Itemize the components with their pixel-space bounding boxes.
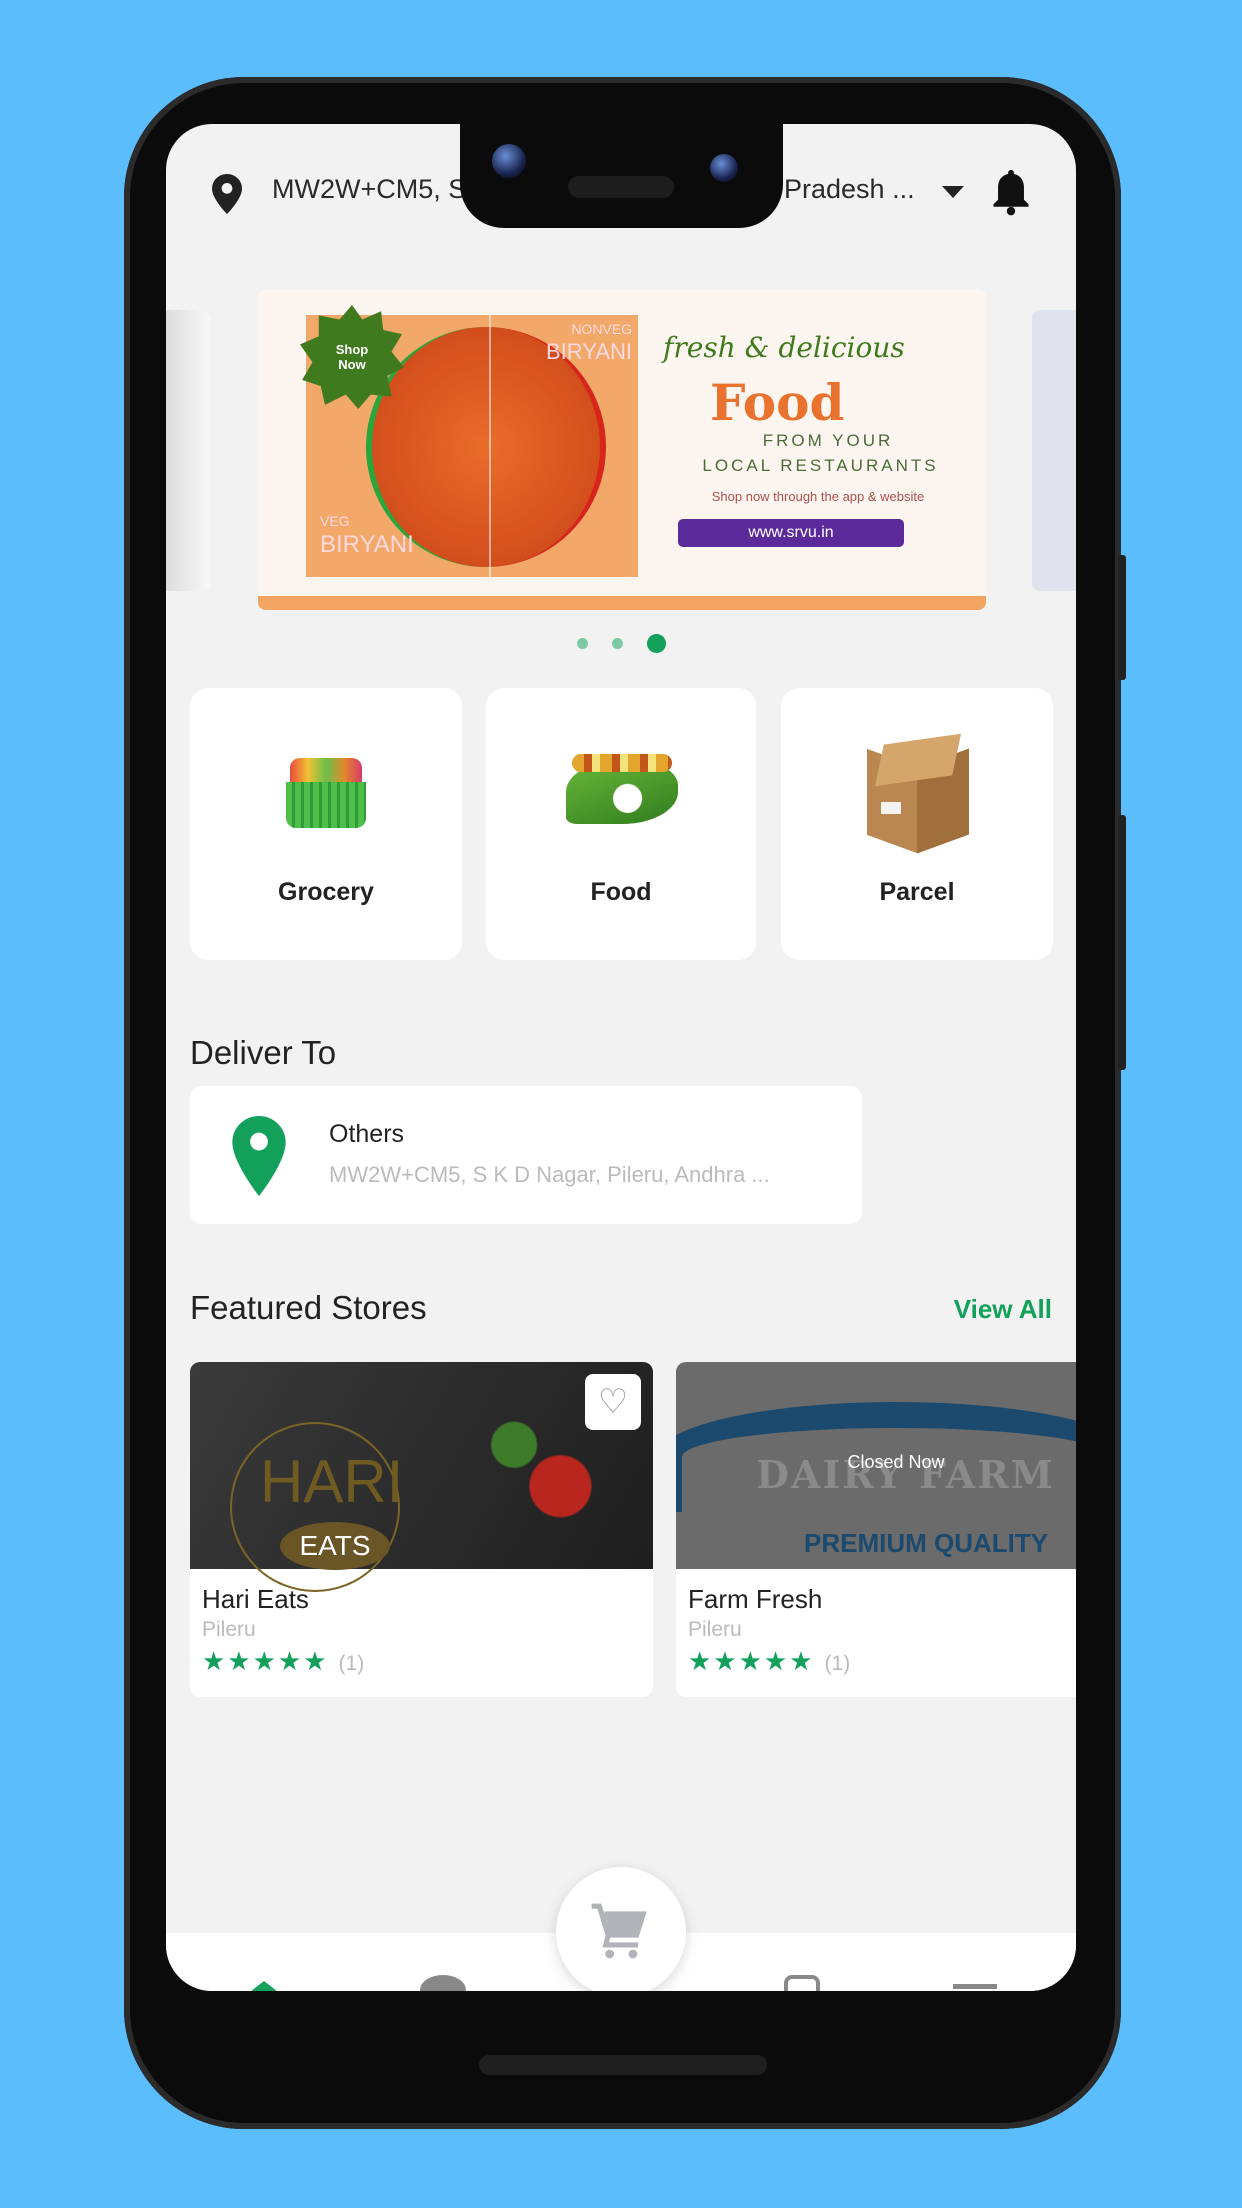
cart-icon (591, 1903, 647, 1959)
grocery-basket-icon (286, 758, 366, 828)
promo-banner[interactable]: NONVEG BIRYANI VEG BIRYANI Shop Now fres… (258, 289, 986, 610)
banner-prev-peek[interactable] (166, 310, 210, 591)
banner-tagline: fresh & delicious (663, 331, 905, 364)
carousel-dot-2[interactable] (612, 638, 623, 649)
power-button (1118, 555, 1126, 680)
map-pin-icon (232, 1116, 286, 1196)
star-icons: ★★★★★ (202, 1646, 329, 1676)
heart-icon[interactable] (420, 1975, 466, 1991)
category-label: Grocery (278, 878, 374, 906)
category-label: Parcel (879, 878, 955, 906)
nonveg-label: NONVEG (571, 321, 632, 337)
rating-count: (1) (338, 1652, 365, 1675)
store-name: Hari Eats (202, 1584, 309, 1614)
banner-stripe (258, 596, 986, 610)
featured-stores-heading: Featured Stores (190, 1289, 427, 1326)
banner-next-peek[interactable] (1032, 310, 1076, 591)
dropdown-triangle-icon[interactable] (942, 186, 964, 198)
front-camera (492, 144, 526, 178)
phone-bottom-speaker (479, 2055, 767, 2075)
banner-headline: Food (710, 373, 845, 432)
carousel-dot-3-active[interactable] (647, 634, 666, 653)
veg-label: VEG (320, 513, 350, 529)
nonveg-title: BIRYANI (546, 339, 632, 364)
closed-status-label: Closed Now (847, 1452, 945, 1472)
veg-title: BIRYANI (320, 531, 414, 558)
app-screen: MW2W+CM5, S Pradesh ... NONVEG BIRYANI V… (166, 124, 1076, 1991)
store-rating: ★★★★★ (1) (688, 1646, 850, 1677)
food-leaf-icon (566, 754, 678, 824)
banner-sub1: FROM YOUR (762, 431, 894, 450)
rating-count: (1) (824, 1652, 851, 1675)
category-parcel[interactable]: Parcel (781, 688, 1053, 960)
current-location-text-end[interactable]: Pradesh ... (784, 174, 915, 205)
category-food[interactable]: Food (486, 688, 756, 960)
divider-line (489, 315, 491, 577)
store-logo-subtext: EATS (280, 1522, 390, 1570)
current-location-text[interactable]: MW2W+CM5, S (272, 174, 466, 205)
star-icons: ★★★★★ (688, 1646, 815, 1676)
banner-sub2: LOCAL RESTAURANTS (702, 456, 939, 475)
delivery-address-card[interactable]: Others MW2W+CM5, S K D Nagar, Pileru, An… (190, 1086, 862, 1224)
store-card-farm-fresh[interactable]: DAIRY FARM PREMIUM QUALITY Closed Now Fa… (676, 1362, 1076, 1697)
earpiece-speaker (568, 176, 674, 198)
bag-icon[interactable] (784, 1975, 820, 1991)
store-rating: ★★★★★ (1) (202, 1646, 364, 1677)
category-label: Food (590, 878, 652, 906)
store-logo-subtext: PREMIUM QUALITY (804, 1528, 1049, 1558)
banner-note: Shop now through the app & website (711, 489, 925, 504)
volume-button (1118, 815, 1126, 1070)
store-image: DAIRY FARM PREMIUM QUALITY Closed Now (676, 1362, 1076, 1569)
deliver-to-heading: Deliver To (190, 1034, 337, 1071)
store-location: Pileru (688, 1618, 742, 1641)
shop-now-badge-text: Shop Now (335, 342, 369, 372)
address-text: MW2W+CM5, S K D Nagar, Pileru, Andhra ..… (329, 1162, 770, 1187)
bell-icon[interactable] (990, 166, 1032, 216)
store-name: Farm Fresh (688, 1584, 823, 1614)
front-sensor (710, 154, 738, 182)
banner-url-button[interactable]: www.srvu.in (678, 519, 904, 547)
category-grocery[interactable]: Grocery (190, 688, 462, 960)
favorite-heart-icon[interactable]: ♡ (585, 1374, 641, 1430)
home-icon[interactable] (246, 1981, 282, 1991)
map-pin-icon (212, 174, 242, 214)
view-all-link[interactable]: View All (954, 1294, 1052, 1325)
parcel-box-icon (859, 733, 975, 854)
camera-notch (460, 118, 783, 228)
store-card-hari-eats[interactable]: HARI EATS ♡ Hari Eats Pileru ★★★★★ (1) (190, 1362, 653, 1697)
address-type: Others (329, 1120, 405, 1148)
store-image: HARI EATS (190, 1362, 653, 1592)
carousel-dot-1[interactable] (577, 638, 588, 649)
cart-button[interactable] (556, 1867, 686, 1991)
menu-icon[interactable] (953, 1984, 997, 1989)
store-location: Pileru (202, 1618, 256, 1641)
store-logo-text: HARI (260, 1448, 404, 1515)
